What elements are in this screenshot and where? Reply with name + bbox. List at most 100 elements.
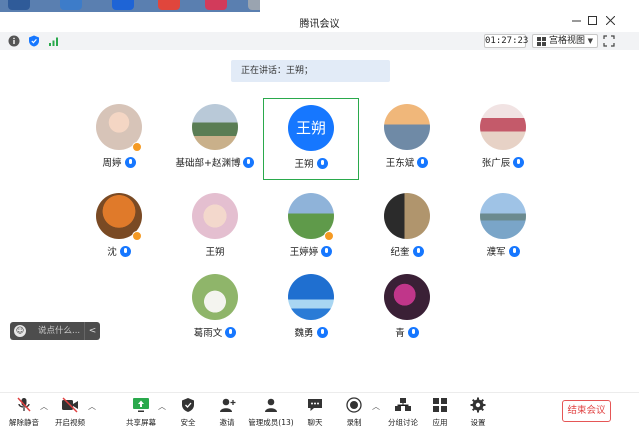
participant-name: 青 xyxy=(395,328,405,339)
breakout-rooms-icon xyxy=(395,398,411,411)
close-icon xyxy=(605,15,615,26)
avatar xyxy=(192,104,238,150)
view-mode-dropdown[interactable]: 宫格视图 ▼ xyxy=(532,34,598,48)
participant-name: 濮军 xyxy=(486,247,506,258)
desktop-app-icon xyxy=(112,0,134,10)
desktop-app-icon xyxy=(158,0,180,10)
minimize-button[interactable] xyxy=(568,14,584,30)
members-icon xyxy=(265,398,277,412)
settings-button[interactable]: 设置 xyxy=(456,395,500,431)
chevron-up-icon[interactable]: ︿ xyxy=(88,401,96,412)
chevron-up-icon[interactable]: ︿ xyxy=(372,401,380,412)
participant-tile[interactable]: 基础部+赵渊博 xyxy=(167,98,263,180)
participant-name: 张广辰 xyxy=(481,158,511,169)
participant-tile[interactable]: 青 xyxy=(359,268,455,350)
security-status-button[interactable] xyxy=(28,35,40,47)
gear-icon xyxy=(470,397,486,413)
record-label: 录制 xyxy=(346,418,362,427)
microphone-icon xyxy=(316,158,328,169)
emoji-icon[interactable]: ☺ xyxy=(14,325,26,337)
participant-tile[interactable]: 张广辰 xyxy=(455,98,551,180)
collapse-chat-button[interactable]: < xyxy=(84,322,100,340)
avatar xyxy=(192,274,238,320)
participant-name: 王婷婷 xyxy=(289,247,319,258)
view-mode-label: 宫格视图 xyxy=(549,36,586,46)
avatar xyxy=(480,104,526,150)
network-signal-button[interactable] xyxy=(48,35,60,47)
info-icon xyxy=(8,35,20,47)
share-screen-icon xyxy=(133,398,149,412)
participant-name: 王朔 xyxy=(205,247,225,258)
start-video-button[interactable]: 开启视频 xyxy=(48,395,92,431)
microphone-icon xyxy=(124,157,136,168)
participant-name: 魏勇 xyxy=(294,328,314,339)
speaking-indicator: 正在讲话：王朔； xyxy=(231,60,390,82)
meeting-info-button[interactable] xyxy=(8,35,20,47)
title-bar: 腾讯会议 xyxy=(0,12,639,32)
microphone-icon xyxy=(321,246,333,257)
chat-bubble-icon xyxy=(308,399,322,411)
participant-tile[interactable]: 纪奎 xyxy=(359,187,455,269)
participant-tile[interactable]: 濮军 xyxy=(455,187,551,269)
microphone-icon xyxy=(412,246,424,257)
participant-tile[interactable]: 沈 xyxy=(71,187,167,269)
participant-name: 葛雨文 xyxy=(193,328,223,339)
record-icon xyxy=(346,397,362,413)
close-button[interactable] xyxy=(602,14,618,30)
microphone-icon xyxy=(119,246,131,257)
host-badge-icon xyxy=(132,231,142,241)
fullscreen-button[interactable] xyxy=(603,35,615,47)
fullscreen-icon xyxy=(603,35,615,47)
microphone-icon xyxy=(407,327,419,338)
avatar xyxy=(384,193,430,239)
maximize-button[interactable] xyxy=(584,14,600,30)
participant-name: 王朔 xyxy=(294,159,314,170)
microphone-icon xyxy=(243,157,255,168)
shield-icon xyxy=(29,35,39,47)
chat-input-bar[interactable]: ☺ 说点什么... < xyxy=(10,322,100,340)
participant-tile[interactable]: 周婷 xyxy=(71,98,167,180)
signal-bars-icon xyxy=(49,37,58,46)
microphone-muted-icon xyxy=(17,397,31,412)
share-screen-button[interactable]: 共享屏幕 xyxy=(119,395,163,431)
apps-grid-icon xyxy=(433,398,447,412)
window-title: 腾讯会议 xyxy=(299,19,340,30)
participant-tile-active-speaker[interactable]: 王朔 王朔 xyxy=(263,98,359,180)
avatar xyxy=(384,274,430,320)
participant-tile[interactable]: 葛雨文 xyxy=(167,268,263,350)
avatar xyxy=(480,193,526,239)
meeting-info-bar: 01:27:23 宫格视图 ▼ xyxy=(0,32,639,50)
microphone-icon xyxy=(225,327,237,338)
avatar: 王朔 xyxy=(288,105,334,151)
microphone-icon xyxy=(417,157,429,168)
participant-tile[interactable]: 王东斌 xyxy=(359,98,455,180)
chevron-up-icon[interactable]: ︿ xyxy=(40,401,48,412)
meeting-window: 腾讯会议 01:27:23 宫格视图 ▼ 正在讲话：王朔； 周婷 基础部+赵渊博… xyxy=(0,12,639,433)
chevron-left-icon: < xyxy=(88,326,97,336)
desktop-app-icon xyxy=(60,0,82,10)
meeting-timer: 01:27:23 xyxy=(484,34,529,48)
avatar xyxy=(192,193,238,239)
participant-tile[interactable]: 王朔 xyxy=(167,187,263,269)
participant-name: 王东斌 xyxy=(385,158,415,169)
chevron-down-icon: ▼ xyxy=(587,37,593,45)
shield-icon xyxy=(182,398,194,412)
avatar xyxy=(288,274,334,320)
bottom-toolbar: 解除静音 ︿ 开启视频 ︿ 共享屏幕 ︿ 安全 邀请 管理成员(13) 聊天 录… xyxy=(0,392,639,433)
maximize-icon xyxy=(587,16,597,25)
host-badge-icon xyxy=(132,142,142,152)
participant-name: 沈 xyxy=(107,247,117,258)
record-button[interactable]: 录制 xyxy=(332,395,376,431)
microphone-icon xyxy=(508,246,520,257)
desktop-app-icon xyxy=(205,0,227,10)
end-meeting-button[interactable]: 结束会议 xyxy=(562,400,611,422)
chevron-up-icon[interactable]: ︿ xyxy=(158,401,166,412)
desktop-app-icon xyxy=(248,0,260,10)
participant-tile[interactable]: 王婷婷 xyxy=(263,187,359,269)
grid-view-icon xyxy=(537,37,546,46)
participant-tile[interactable]: 魏勇 xyxy=(263,268,359,350)
video-off-icon xyxy=(62,397,78,413)
start-video-label: 开启视频 xyxy=(55,418,85,427)
desktop-taskbar-strip xyxy=(0,0,260,12)
microphone-icon xyxy=(513,157,525,168)
